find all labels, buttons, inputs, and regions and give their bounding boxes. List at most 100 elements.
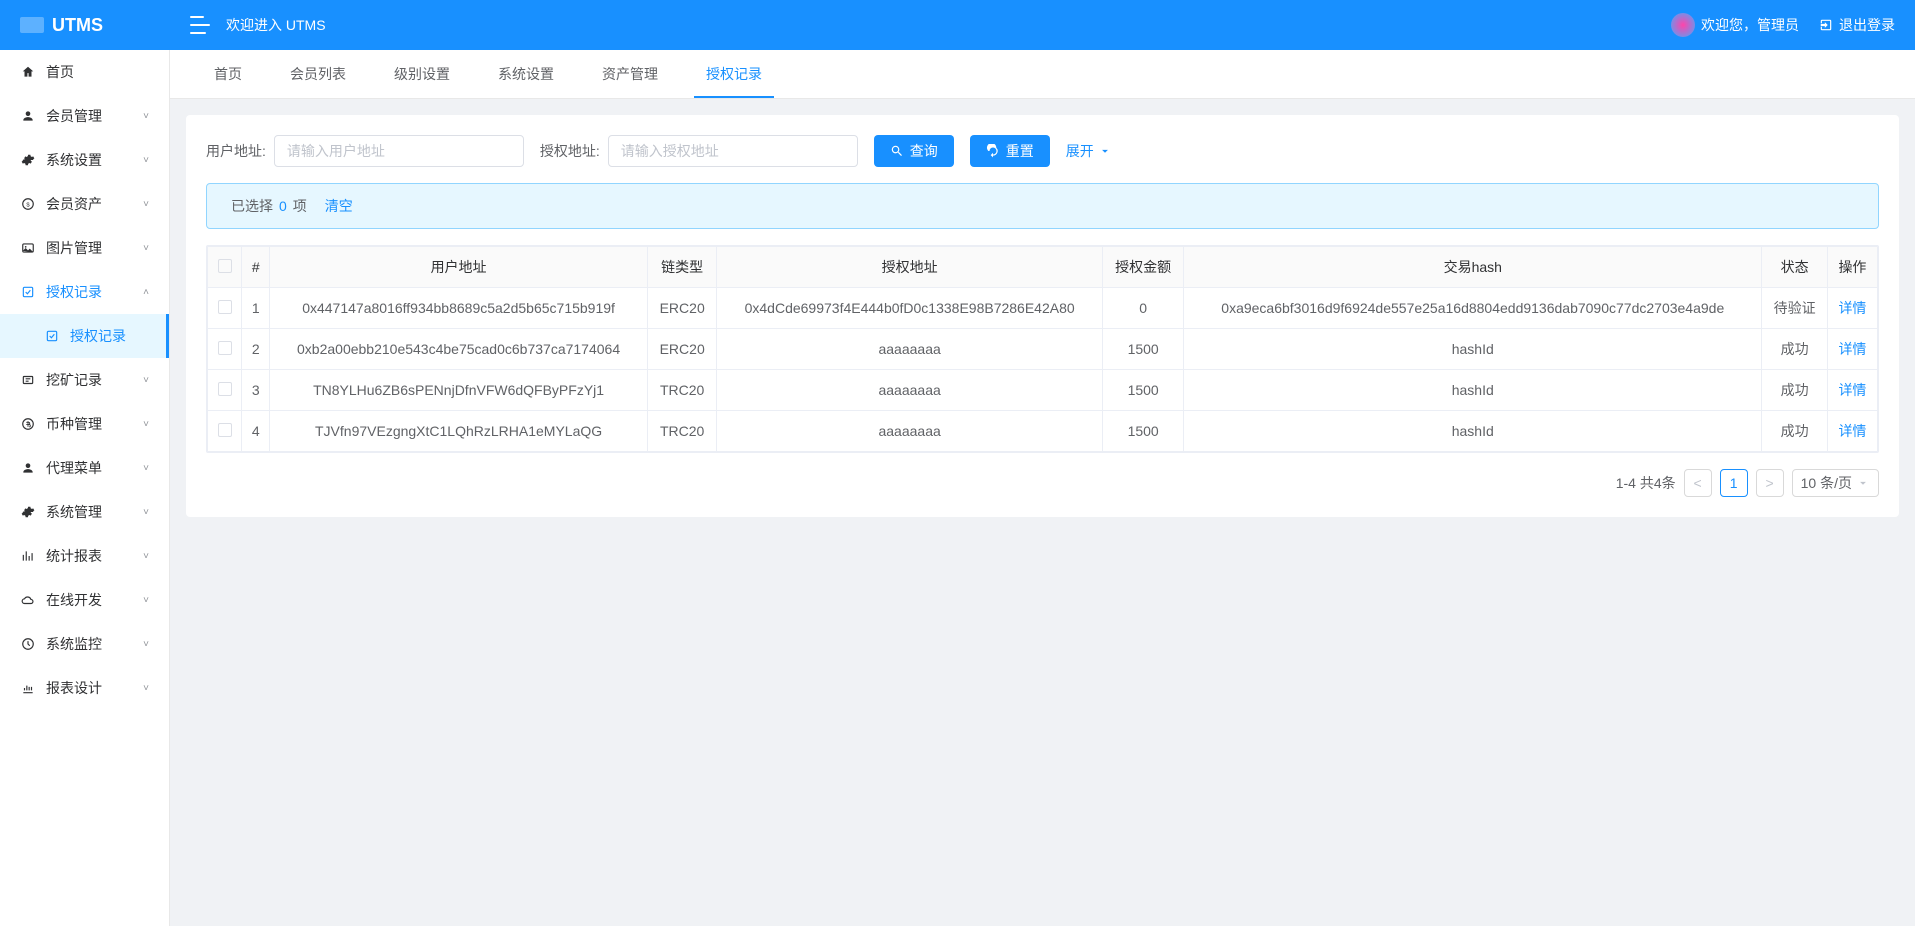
detail-link[interactable]: 详情 xyxy=(1838,423,1866,439)
tabs-bar: 首页会员列表级别设置系统设置资产管理授权记录 xyxy=(170,50,1915,99)
logout-button[interactable]: 退出登录 xyxy=(1819,15,1895,35)
chevron-down-icon: ˅ xyxy=(143,683,149,694)
gear-icon xyxy=(20,504,36,520)
select-all-checkbox[interactable] xyxy=(218,259,232,273)
page-size-select[interactable]: 10 条/页 xyxy=(1792,469,1879,497)
sidebar-subitem[interactable]: 授权记录 xyxy=(0,314,169,358)
sidebar-item-8[interactable]: 代理菜单˅ xyxy=(0,446,169,490)
query-button[interactable]: 查询 xyxy=(874,135,954,167)
coin-icon: $ xyxy=(20,196,36,212)
welcome-text: 欢迎进入 UTMS xyxy=(226,15,326,35)
chevron-down-icon: ˅ xyxy=(143,639,149,650)
main-panel: 用户地址: 授权地址: 查询 重置 xyxy=(186,115,1899,517)
chevron-up-icon: ˄ xyxy=(143,287,149,298)
sidebar-item-2[interactable]: 系统设置˅ xyxy=(0,138,169,182)
chevron-down-icon: ˅ xyxy=(143,463,149,474)
col-header: # xyxy=(242,247,270,288)
row-checkbox[interactable] xyxy=(218,423,232,437)
dig-icon xyxy=(20,372,36,388)
search-form: 用户地址: 授权地址: 查询 重置 xyxy=(206,135,1879,167)
image-icon xyxy=(20,240,36,256)
data-table: #用户地址链类型授权地址授权金额交易hash状态操作 10x447147a801… xyxy=(206,245,1879,453)
selected-count: 0 xyxy=(279,198,287,214)
row-checkbox[interactable] xyxy=(218,341,232,355)
user-address-input[interactable] xyxy=(274,135,524,167)
user-icon xyxy=(20,460,36,476)
detail-link[interactable]: 详情 xyxy=(1838,382,1866,398)
sidebar-item-5[interactable]: 授权记录˄ xyxy=(0,270,169,314)
sidebar-item-13[interactable]: 报表设计˅ xyxy=(0,666,169,710)
chevron-down-icon xyxy=(1098,144,1112,158)
avatar-icon xyxy=(1671,13,1695,37)
sidebar-item-6[interactable]: 挖矿记录˅ xyxy=(0,358,169,402)
sidebar-item-12[interactable]: 系统监控˅ xyxy=(0,622,169,666)
tab-3[interactable]: 系统设置 xyxy=(474,50,578,98)
logout-icon xyxy=(1819,18,1833,32)
sidebar-item-9[interactable]: 系统管理˅ xyxy=(0,490,169,534)
user-greeting[interactable]: 欢迎您，管理员 xyxy=(1671,13,1799,37)
auth-icon xyxy=(20,284,36,300)
report-icon xyxy=(20,680,36,696)
menu-toggle-icon[interactable] xyxy=(190,16,210,34)
chevron-down-icon: ˅ xyxy=(143,243,149,254)
sidebar-item-3[interactable]: $会员资产˅ xyxy=(0,182,169,226)
auth-address-input[interactable] xyxy=(608,135,858,167)
col-header: 授权金额 xyxy=(1103,247,1184,288)
col-header: 用户地址 xyxy=(270,247,648,288)
reset-button[interactable]: 重置 xyxy=(970,135,1050,167)
auth-address-label: 授权地址: xyxy=(540,141,600,161)
sidebar-item-0[interactable]: 首页 xyxy=(0,50,169,94)
selection-alert: 已选择 0 项 清空 xyxy=(206,183,1879,229)
chevron-down-icon: ˅ xyxy=(143,507,149,518)
top-header: UTMS 欢迎进入 UTMS 欢迎您，管理员 退出登录 xyxy=(0,0,1915,50)
expand-toggle[interactable]: 展开 xyxy=(1066,141,1112,161)
logo[interactable]: UTMS xyxy=(20,15,170,36)
detail-link[interactable]: 详情 xyxy=(1838,341,1866,357)
tab-1[interactable]: 会员列表 xyxy=(266,50,370,98)
page-info: 1-4 共4条 xyxy=(1616,473,1676,493)
tab-4[interactable]: 资产管理 xyxy=(578,50,682,98)
col-header: 链类型 xyxy=(648,247,717,288)
svg-text:$: $ xyxy=(26,202,30,208)
user-icon xyxy=(20,108,36,124)
row-checkbox[interactable] xyxy=(218,382,232,396)
sidebar-item-11[interactable]: 在线开发˅ xyxy=(0,578,169,622)
gear-icon xyxy=(20,152,36,168)
detail-link[interactable]: 详情 xyxy=(1838,300,1866,316)
auth-icon xyxy=(44,328,60,344)
chevron-down-icon: ˅ xyxy=(143,551,149,562)
home-icon xyxy=(20,64,36,80)
tab-0[interactable]: 首页 xyxy=(190,50,266,98)
sidebar-item-4[interactable]: 图片管理˅ xyxy=(0,226,169,270)
reset-icon xyxy=(986,144,1000,158)
chevron-down-icon: ˅ xyxy=(143,595,149,606)
table-row: 4TJVfn97VEzgngXtC1LQhRzLRHA1eMYLaQGTRC20… xyxy=(208,411,1878,452)
table-row: 10x447147a8016ff934bb8689c5a2d5b65c715b9… xyxy=(208,288,1878,329)
sidebar: 首页会员管理˅系统设置˅$会员资产˅图片管理˅授权记录˄授权记录挖矿记录˅币种管… xyxy=(0,50,170,926)
tab-5[interactable]: 授权记录 xyxy=(682,50,786,98)
sidebar-item-1[interactable]: 会员管理˅ xyxy=(0,94,169,138)
prev-page[interactable]: < xyxy=(1684,469,1712,497)
col-header: 操作 xyxy=(1827,247,1877,288)
tab-2[interactable]: 级别设置 xyxy=(370,50,474,98)
brand-text: UTMS xyxy=(52,15,103,36)
currency-icon xyxy=(20,416,36,432)
sidebar-item-10[interactable]: 统计报表˅ xyxy=(0,534,169,578)
col-header: 授权地址 xyxy=(717,247,1103,288)
clear-selection[interactable]: 清空 xyxy=(325,196,353,216)
page-1[interactable]: 1 xyxy=(1720,469,1748,497)
col-header: 交易hash xyxy=(1184,247,1762,288)
pagination: 1-4 共4条 < 1 > 10 条/页 xyxy=(206,469,1879,497)
chevron-down-icon: ˅ xyxy=(143,375,149,386)
row-checkbox[interactable] xyxy=(218,300,232,314)
chevron-down-icon: ˅ xyxy=(143,111,149,122)
user-address-label: 用户地址: xyxy=(206,141,266,161)
chevron-down-icon xyxy=(1856,476,1870,490)
next-page[interactable]: > xyxy=(1756,469,1784,497)
monitor-icon xyxy=(20,636,36,652)
chart-icon xyxy=(20,548,36,564)
search-icon xyxy=(890,144,904,158)
table-row: 3TN8YLHu6ZB6sPENnjDfnVFW6dQFByPFzYj1TRC2… xyxy=(208,370,1878,411)
col-header: 状态 xyxy=(1762,247,1828,288)
sidebar-item-7[interactable]: 币种管理˅ xyxy=(0,402,169,446)
